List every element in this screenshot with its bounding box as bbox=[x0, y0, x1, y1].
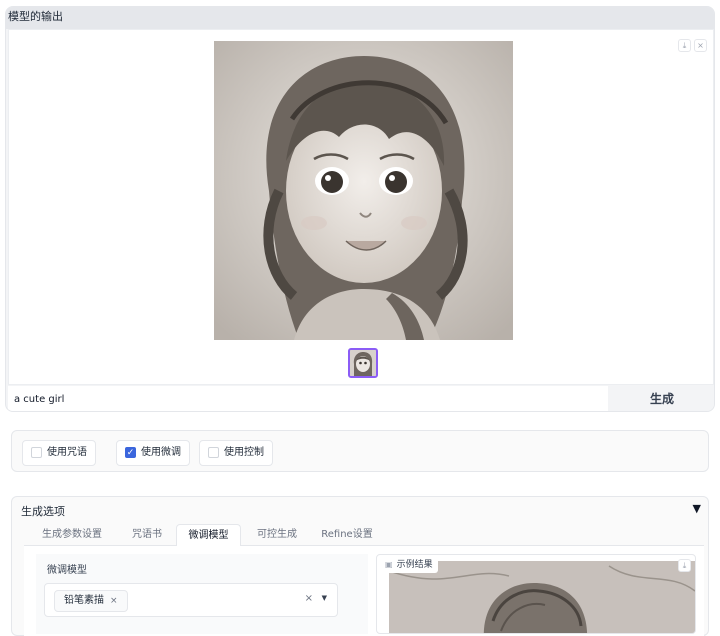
checkbox-checked-icon: ✓ bbox=[125, 447, 136, 458]
example-result-panel: ▣ 示例结果 ⤓ bbox=[376, 554, 696, 634]
selected-model-token[interactable]: 铅笔素描 × bbox=[54, 590, 128, 612]
feature-toggle-panel: 使用咒语 ✓ 使用微调 使用控制 bbox=[11, 430, 709, 472]
finetune-model-dropdown[interactable]: 铅笔素描 × × ▼ bbox=[44, 583, 338, 617]
generation-options-panel: 生成选项 ▼ 生成参数设置 咒语书 微调模型 可控生成 Refine设置 微调模… bbox=[11, 496, 709, 636]
tab-refine-settings[interactable]: Refine设置 bbox=[312, 524, 382, 546]
portrait-sketch bbox=[214, 41, 513, 340]
finetune-model-block: 微调模型 铅笔素描 × × ▼ bbox=[36, 554, 368, 634]
use-finetune-label: 使用微调 bbox=[141, 447, 181, 458]
collapse-arrow-icon[interactable]: ▼ bbox=[693, 502, 701, 515]
example-download-icon[interactable]: ⤓ bbox=[678, 559, 691, 572]
image-icon: ▣ bbox=[385, 560, 393, 569]
options-tabs: 生成参数设置 咒语书 微调模型 可控生成 Refine设置 bbox=[24, 524, 704, 546]
options-title[interactable]: 生成选项 bbox=[21, 503, 65, 519]
selected-model-label: 铅笔素描 bbox=[64, 595, 104, 606]
generate-button[interactable]: 生成 bbox=[610, 386, 714, 411]
tab-spellbook[interactable]: 咒语书 bbox=[122, 524, 172, 546]
close-icon[interactable]: × bbox=[694, 39, 707, 52]
clear-icon[interactable]: × bbox=[305, 593, 313, 604]
thumbnail-image[interactable] bbox=[348, 348, 378, 378]
output-label: 模型的输出 bbox=[6, 7, 714, 29]
use-spell-checkbox[interactable]: 使用咒语 bbox=[22, 440, 96, 466]
prompt-row: 生成 bbox=[8, 386, 714, 411]
remove-token-icon[interactable]: × bbox=[110, 596, 118, 606]
use-control-checkbox[interactable]: 使用控制 bbox=[199, 440, 273, 466]
example-result-text: 示例结果 bbox=[396, 560, 433, 570]
checkbox-unchecked-icon bbox=[31, 447, 42, 458]
example-result-label: ▣ 示例结果 bbox=[381, 557, 438, 573]
prompt-input[interactable] bbox=[8, 386, 608, 411]
use-finetune-checkbox[interactable]: ✓ 使用微调 bbox=[116, 440, 190, 466]
tab-generation-params[interactable]: 生成参数设置 bbox=[32, 524, 112, 546]
chevron-down-icon[interactable]: ▼ bbox=[322, 594, 327, 602]
tab-controlled-generation[interactable]: 可控生成 bbox=[246, 524, 308, 546]
finetune-tab-body: 微调模型 铅笔素描 × × ▼ ▣ 示例结果 ⤓ bbox=[24, 546, 704, 636]
output-panel: 模型的输出 ⤓ × a cute girl 生成 bbox=[5, 6, 715, 412]
finetune-model-label: 微调模型 bbox=[47, 565, 87, 576]
tab-finetune-model[interactable]: 微调模型 bbox=[176, 524, 241, 546]
thumbnail-sketch bbox=[350, 350, 376, 376]
output-gallery: ⤓ × bbox=[8, 29, 714, 385]
generated-image[interactable] bbox=[214, 41, 513, 340]
use-control-label: 使用控制 bbox=[224, 447, 264, 458]
download-icon[interactable]: ⤓ bbox=[678, 39, 691, 52]
checkbox-unchecked-icon bbox=[208, 447, 219, 458]
use-spell-label: 使用咒语 bbox=[47, 447, 87, 458]
